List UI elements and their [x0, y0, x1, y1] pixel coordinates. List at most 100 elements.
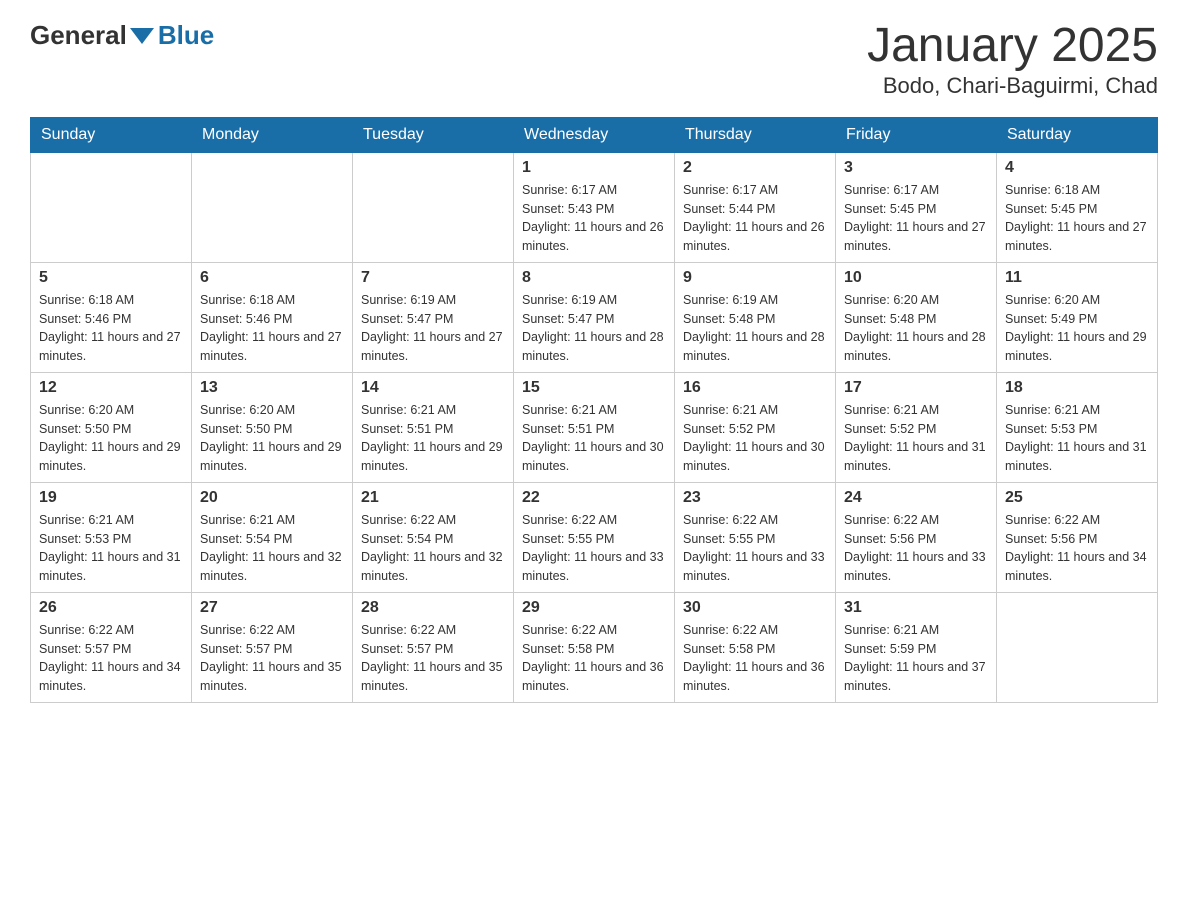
table-row [353, 152, 514, 262]
day-number: 2 [683, 159, 827, 177]
day-info: Sunrise: 6:17 AM Sunset: 5:45 PM Dayligh… [844, 181, 988, 256]
day-info: Sunrise: 6:21 AM Sunset: 5:53 PM Dayligh… [1005, 401, 1149, 476]
table-row: 1 Sunrise: 6:17 AM Sunset: 5:43 PM Daylig… [514, 152, 675, 262]
day-info: Sunrise: 6:18 AM Sunset: 5:46 PM Dayligh… [39, 291, 183, 366]
table-row: 26Sunrise: 6:22 AM Sunset: 5:57 PM Dayli… [31, 592, 192, 702]
table-row: 29Sunrise: 6:22 AM Sunset: 5:58 PM Dayli… [514, 592, 675, 702]
day-info: Sunrise: 6:21 AM Sunset: 5:54 PM Dayligh… [200, 511, 344, 586]
day-number: 3 [844, 159, 988, 177]
day-number: 25 [1005, 489, 1149, 507]
table-row: 27 Sunrise: 6:22 AM Sunset: 5:57 PM Dayli… [192, 592, 353, 702]
day-number: 9 [683, 269, 827, 287]
table-row: 23Sunrise: 6:22 AM Sunset: 5:55 PM Dayli… [675, 482, 836, 592]
table-row: 31Sunrise: 6:21 AM Sunset: 5:59 PM Dayli… [836, 592, 997, 702]
table-row: 13 Sunrise: 6:20 AM Sunset: 5:50 PM Dayli… [192, 372, 353, 482]
day-info: Sunrise: 6:21 AM Sunset: 5:51 PM Dayligh… [522, 401, 666, 476]
title-area: January 2025 Bodo, Chari-Baguirmi, Chad [867, 20, 1158, 99]
calendar-header-row: Sunday Monday Tuesday Wednesday Thursday… [31, 117, 1158, 152]
table-row: 10 Sunrise: 6:20 AM Sunset: 5:48 PM Dayli… [836, 262, 997, 372]
day-info: Sunrise: 6:22 AM Sunset: 5:54 PM Dayligh… [361, 511, 505, 586]
day-number: 28 [361, 599, 505, 617]
day-info: Sunrise: 6:20 AM Sunset: 5:49 PM Dayligh… [1005, 291, 1149, 366]
day-info: Sunrise: 6:20 AM Sunset: 5:50 PM Dayligh… [39, 401, 183, 476]
table-row: 20 Sunrise: 6:21 AM Sunset: 5:54 PM Dayli… [192, 482, 353, 592]
col-saturday: Saturday [997, 117, 1158, 152]
table-row: 30 Sunrise: 6:22 AM Sunset: 5:58 PM Dayli… [675, 592, 836, 702]
day-number: 11 [1005, 269, 1149, 287]
table-row: 8 Sunrise: 6:19 AM Sunset: 5:47 PM Daylig… [514, 262, 675, 372]
header: General Blue January 2025 Bodo, Chari-Ba… [30, 20, 1158, 99]
col-monday: Monday [192, 117, 353, 152]
day-number: 13 [200, 379, 344, 397]
day-info: Sunrise: 6:21 AM Sunset: 5:52 PM Dayligh… [844, 401, 988, 476]
table-row: 24Sunrise: 6:22 AM Sunset: 5:56 PM Dayli… [836, 482, 997, 592]
table-row: 16 Sunrise: 6:21 AM Sunset: 5:52 PM Dayli… [675, 372, 836, 482]
calendar-week-row: 5 Sunrise: 6:18 AM Sunset: 5:46 PM Daylig… [31, 262, 1158, 372]
day-info: Sunrise: 6:19 AM Sunset: 5:47 PM Dayligh… [361, 291, 505, 366]
logo-blue-text: Blue [158, 20, 214, 51]
day-info: Sunrise: 6:17 AM Sunset: 5:43 PM Dayligh… [522, 181, 666, 256]
day-number: 5 [39, 269, 183, 287]
day-number: 12 [39, 379, 183, 397]
day-number: 26 [39, 599, 183, 617]
table-row [31, 152, 192, 262]
day-info: Sunrise: 6:21 AM Sunset: 5:51 PM Dayligh… [361, 401, 505, 476]
table-row: 4 Sunrise: 6:18 AM Sunset: 5:45 PM Daylig… [997, 152, 1158, 262]
day-info: Sunrise: 6:22 AM Sunset: 5:56 PM Dayligh… [844, 511, 988, 586]
day-info: Sunrise: 6:17 AM Sunset: 5:44 PM Dayligh… [683, 181, 827, 256]
day-number: 15 [522, 379, 666, 397]
day-number: 30 [683, 599, 827, 617]
day-number: 4 [1005, 159, 1149, 177]
day-number: 16 [683, 379, 827, 397]
col-sunday: Sunday [31, 117, 192, 152]
day-info: Sunrise: 6:20 AM Sunset: 5:50 PM Dayligh… [200, 401, 344, 476]
logo-general-text: General [30, 20, 127, 51]
col-wednesday: Wednesday [514, 117, 675, 152]
day-info: Sunrise: 6:19 AM Sunset: 5:47 PM Dayligh… [522, 291, 666, 366]
calendar-title: January 2025 [867, 20, 1158, 73]
day-number: 19 [39, 489, 183, 507]
table-row: 28 Sunrise: 6:22 AM Sunset: 5:57 PM Dayli… [353, 592, 514, 702]
logo: General Blue [30, 20, 214, 51]
day-info: Sunrise: 6:22 AM Sunset: 5:58 PM Dayligh… [683, 621, 827, 696]
day-info: Sunrise: 6:22 AM Sunset: 5:56 PM Dayligh… [1005, 511, 1149, 586]
day-number: 17 [844, 379, 988, 397]
day-info: Sunrise: 6:18 AM Sunset: 5:46 PM Dayligh… [200, 291, 344, 366]
table-row: 2 Sunrise: 6:17 AM Sunset: 5:44 PM Daylig… [675, 152, 836, 262]
table-row: 19 Sunrise: 6:21 AM Sunset: 5:53 PM Dayli… [31, 482, 192, 592]
day-info: Sunrise: 6:21 AM Sunset: 5:52 PM Dayligh… [683, 401, 827, 476]
day-number: 10 [844, 269, 988, 287]
table-row: 18Sunrise: 6:21 AM Sunset: 5:53 PM Dayli… [997, 372, 1158, 482]
day-info: Sunrise: 6:22 AM Sunset: 5:58 PM Dayligh… [522, 621, 666, 696]
col-friday: Friday [836, 117, 997, 152]
day-info: Sunrise: 6:21 AM Sunset: 5:53 PM Dayligh… [39, 511, 183, 586]
day-number: 27 [200, 599, 344, 617]
calendar-location: Bodo, Chari-Baguirmi, Chad [867, 73, 1158, 99]
day-number: 21 [361, 489, 505, 507]
table-row: 11 Sunrise: 6:20 AM Sunset: 5:49 PM Dayli… [997, 262, 1158, 372]
day-number: 7 [361, 269, 505, 287]
day-number: 20 [200, 489, 344, 507]
day-info: Sunrise: 6:22 AM Sunset: 5:57 PM Dayligh… [361, 621, 505, 696]
table-row: 7 Sunrise: 6:19 AM Sunset: 5:47 PM Daylig… [353, 262, 514, 372]
table-row: 6 Sunrise: 6:18 AM Sunset: 5:46 PM Daylig… [192, 262, 353, 372]
calendar-week-row: 1 Sunrise: 6:17 AM Sunset: 5:43 PM Daylig… [31, 152, 1158, 262]
calendar-week-row: 19 Sunrise: 6:21 AM Sunset: 5:53 PM Dayli… [31, 482, 1158, 592]
day-number: 23 [683, 489, 827, 507]
day-info: Sunrise: 6:20 AM Sunset: 5:48 PM Dayligh… [844, 291, 988, 366]
table-row: 25 Sunrise: 6:22 AM Sunset: 5:56 PM Dayli… [997, 482, 1158, 592]
col-thursday: Thursday [675, 117, 836, 152]
day-number: 1 [522, 159, 666, 177]
table-row: 17 Sunrise: 6:21 AM Sunset: 5:52 PM Dayli… [836, 372, 997, 482]
day-info: Sunrise: 6:21 AM Sunset: 5:59 PM Dayligh… [844, 621, 988, 696]
table-row: 3 Sunrise: 6:17 AM Sunset: 5:45 PM Daylig… [836, 152, 997, 262]
table-row: 9Sunrise: 6:19 AM Sunset: 5:48 PM Daylig… [675, 262, 836, 372]
table-row: 15 Sunrise: 6:21 AM Sunset: 5:51 PM Dayli… [514, 372, 675, 482]
day-number: 8 [522, 269, 666, 287]
day-number: 6 [200, 269, 344, 287]
day-info: Sunrise: 6:18 AM Sunset: 5:45 PM Dayligh… [1005, 181, 1149, 256]
day-number: 14 [361, 379, 505, 397]
day-info: Sunrise: 6:22 AM Sunset: 5:57 PM Dayligh… [200, 621, 344, 696]
calendar-week-row: 12 Sunrise: 6:20 AM Sunset: 5:50 PM Dayli… [31, 372, 1158, 482]
table-row [997, 592, 1158, 702]
